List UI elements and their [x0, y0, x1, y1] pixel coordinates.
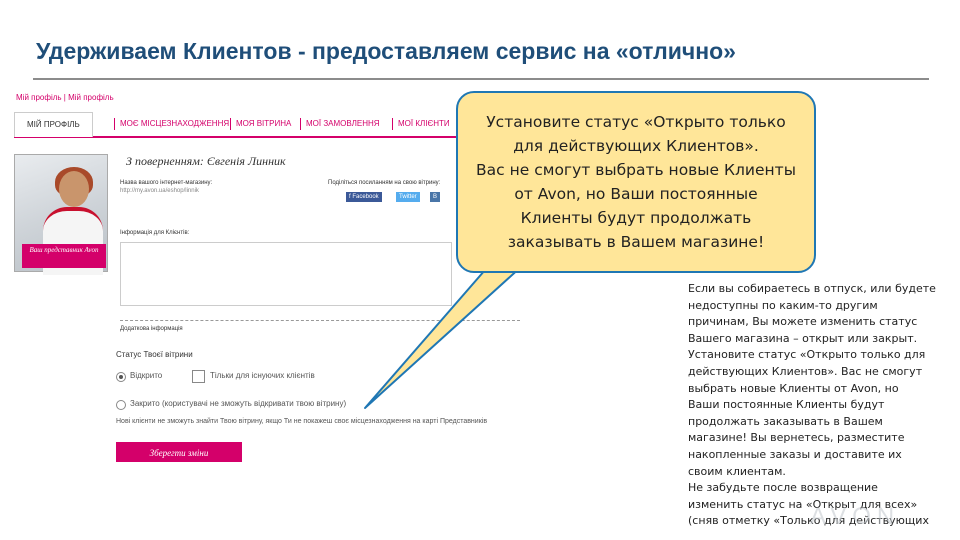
tab-my-showcase[interactable]: МОЯ ВІТРИНА: [236, 112, 291, 134]
facebook-share-button[interactable]: f Facebook: [346, 192, 382, 202]
slide-title: Удерживаем Клиентов - предоставляем серв…: [36, 38, 736, 64]
tab-my-clients[interactable]: МОЇ КЛІЄНТИ: [398, 112, 450, 134]
showcase-status-title: Статус Твоєї вітрини: [116, 350, 193, 359]
extra-info-label: Додаткова інформація: [120, 326, 183, 332]
tab-my-location[interactable]: МОЄ МІСЦЕЗНАХОДЖЕННЯ: [120, 112, 229, 134]
save-changes-button[interactable]: Зберегти зміни: [116, 442, 242, 462]
shop-url-label: Назва вашого інтернет-магазину:: [120, 180, 213, 186]
welcome-greeting: З поверненням: Євгенія Линник: [126, 154, 286, 168]
tab-separator: [300, 118, 301, 130]
section-divider: [120, 320, 520, 321]
callout-text: Установите статус «Открыто только для де…: [476, 113, 796, 251]
tab-my-orders[interactable]: МОЇ ЗАМОВЛЕННЯ: [306, 112, 380, 134]
title-divider: [33, 78, 929, 80]
location-note: Нові клієнти не зможуть знайти Твою вітр…: [116, 418, 488, 425]
twitter-share-button[interactable]: Twitter: [396, 192, 420, 202]
tab-separator: [114, 118, 115, 130]
client-info-label: Інформація для Клієнтів:: [120, 230, 190, 236]
client-info-textarea[interactable]: [120, 242, 452, 306]
share-label: Поділіться посиланням на свою вітрину:: [328, 180, 441, 186]
tab-my-profile[interactable]: МІЙ ПРОФІЛЬ: [14, 112, 93, 137]
status-existing-only-checkbox[interactable]: [192, 370, 205, 383]
tab-separator: [230, 118, 231, 130]
side-note: Если вы собираетесь в отпуск, или будете…: [688, 282, 936, 528]
instruction-callout: Установите статус «Открыто только для де…: [456, 91, 816, 273]
tab-separator: [392, 118, 393, 130]
status-existing-only-label[interactable]: Тільки для існуючих клієнтів: [210, 371, 315, 380]
shop-url-link[interactable]: http://my.avon.ua/eshop/linnik: [120, 188, 199, 194]
representative-badge: Ваш представник Avon: [22, 244, 106, 268]
status-open-radio[interactable]: [116, 372, 126, 382]
vk-share-button[interactable]: В: [430, 192, 441, 202]
profile-nav: МІЙ ПРОФІЛЬ МОЄ МІСЦЕЗНАХОДЖЕННЯ МОЯ ВІТ…: [14, 112, 464, 138]
status-closed-radio[interactable]: [116, 400, 126, 410]
breadcrumb[interactable]: Мій профіль | Мій профіль: [16, 93, 114, 102]
status-closed-label[interactable]: Закрито (користувачі не зможуть відкрива…: [130, 399, 346, 408]
status-open-label[interactable]: Відкрито: [130, 371, 162, 380]
avon-watermark: AVON: [810, 503, 901, 530]
